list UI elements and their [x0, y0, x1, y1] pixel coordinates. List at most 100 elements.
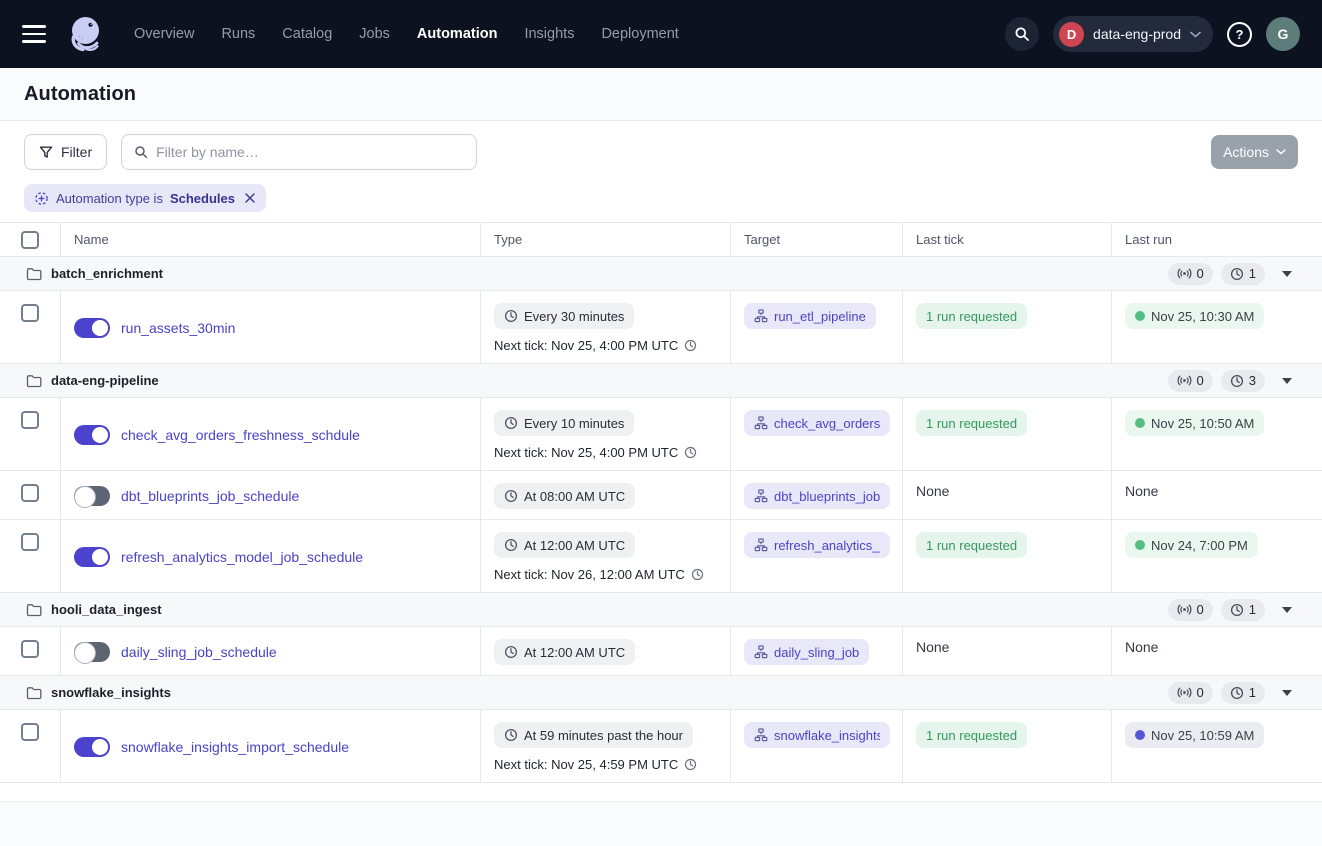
- target-link[interactable]: check_avg_orders_: [744, 410, 890, 436]
- next-tick-label: Next tick: Nov 25, 4:59 PM UTC: [494, 757, 678, 772]
- target-link[interactable]: refresh_analytics_r: [744, 532, 890, 558]
- row-checkbox[interactable]: [21, 484, 39, 502]
- next-tick: Next tick: Nov 25, 4:59 PM UTC: [494, 757, 718, 772]
- group-row[interactable]: batch_enrichment 0 1: [0, 257, 1322, 291]
- automation-name-link[interactable]: run_assets_30min: [121, 320, 235, 336]
- enabled-toggle[interactable]: [74, 642, 110, 662]
- schedule-pill-label: At 08:00 AM UTC: [524, 489, 625, 504]
- caret-down-icon[interactable]: [1282, 271, 1292, 277]
- page-title: Automation: [24, 83, 136, 106]
- filter-chip-automation-type[interactable]: Automation type is Schedules: [24, 184, 266, 212]
- row-checkbox[interactable]: [21, 304, 39, 322]
- caret-down-icon[interactable]: [1282, 690, 1292, 696]
- global-search-button[interactable]: [1005, 17, 1039, 51]
- last-tick-pill-label: 1 run requested: [926, 416, 1017, 431]
- row-checkbox[interactable]: [21, 640, 39, 658]
- page-footer-area: [0, 801, 1322, 846]
- user-avatar[interactable]: G: [1266, 17, 1300, 51]
- clock-icon: [504, 728, 518, 742]
- folder-icon: [26, 267, 42, 281]
- table-header-row: Name Type Target Last tick Last run: [0, 223, 1322, 257]
- last-run-pill[interactable]: Nov 24, 7:00 PM: [1125, 532, 1258, 558]
- name-filter-input[interactable]: [156, 144, 464, 160]
- row-checkbox[interactable]: [21, 533, 39, 551]
- enabled-toggle[interactable]: [74, 425, 110, 445]
- dagster-logo-icon[interactable]: [64, 12, 108, 56]
- caret-down-icon[interactable]: [1282, 607, 1292, 613]
- last-run-pill[interactable]: Nov 25, 10:59 AM: [1125, 722, 1264, 748]
- automation-condition-icon: [34, 191, 49, 206]
- group-row[interactable]: hooli_data_ingest 0 1: [0, 593, 1322, 627]
- schedule-pill-label: At 59 minutes past the hour: [524, 728, 683, 743]
- filter-button[interactable]: Filter: [24, 134, 107, 170]
- target-link[interactable]: dbt_blueprints_job: [744, 483, 890, 509]
- schedule-count: 3: [1249, 373, 1256, 388]
- last-tick-none: None: [916, 639, 949, 655]
- last-tick-pill-label: 1 run requested: [926, 728, 1017, 743]
- last-tick-pill-label: 1 run requested: [926, 309, 1017, 324]
- deployment-switcher[interactable]: D data-eng-prod: [1053, 16, 1213, 52]
- automation-name-link[interactable]: check_avg_orders_freshness_schdule: [121, 427, 360, 443]
- select-all-checkbox[interactable]: [21, 231, 39, 249]
- enabled-toggle[interactable]: [74, 737, 110, 757]
- automation-name-link[interactable]: snowflake_insights_import_schedule: [121, 739, 349, 755]
- group-name: data-eng-pipeline: [51, 373, 159, 388]
- target-link[interactable]: run_etl_pipeline: [744, 303, 876, 329]
- sensor-count: 0: [1197, 266, 1204, 281]
- row-checkbox[interactable]: [21, 411, 39, 429]
- clock-icon: [1230, 686, 1244, 700]
- help-button[interactable]: ?: [1227, 22, 1252, 47]
- funnel-icon: [39, 145, 53, 159]
- avatar-initial: G: [1278, 26, 1289, 42]
- target-link-label: check_avg_orders_: [774, 416, 880, 431]
- question-icon: ?: [1236, 27, 1244, 42]
- clock-icon: [1230, 267, 1244, 281]
- nav-item-automation[interactable]: Automation: [417, 26, 498, 42]
- nav-item-overview[interactable]: Overview: [134, 26, 194, 42]
- search-icon: [134, 145, 148, 159]
- group-row[interactable]: data-eng-pipeline 0 3: [0, 364, 1322, 398]
- menu-icon[interactable]: [22, 25, 46, 43]
- schedule-type-pill: At 08:00 AM UTC: [494, 483, 635, 509]
- page-header: Automation: [0, 68, 1322, 121]
- target-link[interactable]: daily_sling_job: [744, 639, 869, 665]
- deployment-badge: D: [1059, 22, 1084, 47]
- clock-icon: [684, 339, 697, 352]
- nav-item-runs[interactable]: Runs: [221, 26, 255, 42]
- nav-item-deployment[interactable]: Deployment: [601, 26, 678, 42]
- sensor-icon: [1177, 603, 1192, 616]
- clock-icon: [1230, 374, 1244, 388]
- next-tick: Next tick: Nov 25, 4:00 PM UTC: [494, 338, 718, 353]
- enabled-toggle[interactable]: [74, 547, 110, 567]
- sensor-icon: [1177, 686, 1192, 699]
- sensor-count-badge: 0: [1168, 370, 1213, 392]
- enabled-toggle[interactable]: [74, 486, 110, 506]
- close-icon[interactable]: [244, 192, 256, 204]
- nav-item-insights[interactable]: Insights: [524, 26, 574, 42]
- sensor-count: 0: [1197, 602, 1204, 617]
- automation-name-link[interactable]: dbt_blueprints_job_schedule: [121, 488, 299, 504]
- filter-chip-value: Schedules: [170, 191, 235, 206]
- last-run-label: Nov 24, 7:00 PM: [1151, 538, 1248, 553]
- last-tick-none: None: [916, 483, 949, 499]
- target-link-label: refresh_analytics_r: [774, 538, 880, 553]
- automation-name-link[interactable]: refresh_analytics_model_job_schedule: [121, 549, 363, 565]
- group-row[interactable]: snowflake_insights 0 1: [0, 676, 1322, 710]
- row-checkbox[interactable]: [21, 723, 39, 741]
- active-filters-row: Automation type is Schedules: [0, 182, 1322, 222]
- last-run-pill[interactable]: Nov 25, 10:30 AM: [1125, 303, 1264, 329]
- nav-item-jobs[interactable]: Jobs: [359, 26, 390, 42]
- automation-name-link[interactable]: daily_sling_job_schedule: [121, 644, 277, 660]
- last-run-pill[interactable]: Nov 25, 10:50 AM: [1125, 410, 1264, 436]
- enabled-toggle[interactable]: [74, 318, 110, 338]
- clock-icon: [504, 309, 518, 323]
- target-link[interactable]: snowflake_insights: [744, 722, 890, 748]
- caret-down-icon[interactable]: [1282, 378, 1292, 384]
- nav-item-catalog[interactable]: Catalog: [282, 26, 332, 42]
- actions-button[interactable]: Actions: [1211, 135, 1298, 169]
- folder-icon: [26, 686, 42, 700]
- last-tick-pill: 1 run requested: [916, 532, 1027, 558]
- automation-row: dbt_blueprints_job_schedule At 08:00 AM …: [0, 471, 1322, 520]
- schedule-count-badge: 1: [1221, 263, 1265, 285]
- top-nav: Overview Runs Catalog Jobs Automation In…: [0, 0, 1322, 68]
